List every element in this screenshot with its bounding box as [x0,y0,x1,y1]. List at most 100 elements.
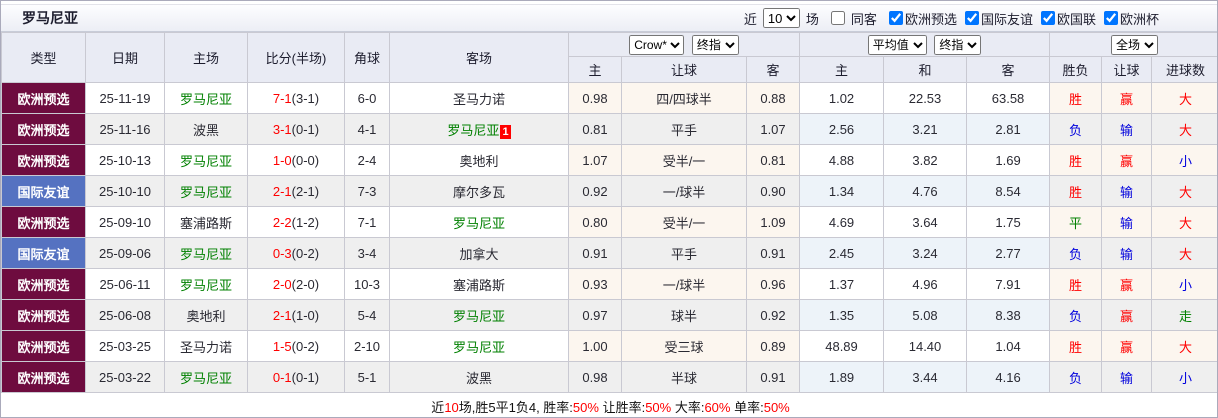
competition-checkbox-euro-cup[interactable] [1103,11,1118,25]
col-header-home: 主场 [164,32,248,83]
cell-score: 0-3(0-2) [247,237,345,269]
cell-avg-home: 1.37 [799,268,885,300]
competition-checkbox-euro-qualifier[interactable] [888,11,903,25]
cell-result: 负 [1049,113,1103,145]
halftime-score: (0-1) [291,121,320,137]
fulltime-score: 0-3 [272,245,292,261]
cell-result: 负 [1049,237,1103,269]
col-header-date: 日期 [85,32,165,83]
bookmaker-stage-select[interactable]: 终指 [691,34,739,55]
competition-checkbox-friendly[interactable] [964,11,979,25]
cell-date: 25-06-08 [85,299,165,331]
cell-odds-away: 1.09 [745,206,801,238]
footer-stat-segment: 50% [763,399,790,415]
competition-checkbox-nations-league[interactable] [1040,11,1055,25]
cell-date: 25-03-25 [85,330,165,362]
cell-odds-home: 1.07 [568,144,622,176]
title-bar: 罗马尼亚 近 10 场 同客 欧洲预选 国际友谊 欧国联 欧洲杯 [1,5,1217,32]
same-away-checkbox[interactable] [830,11,845,25]
cell-odds-away: 0.92 [745,299,801,331]
footer-stat-segment: 让胜率: [598,399,646,415]
average-stage-select[interactable]: 终指 [934,34,982,55]
recent-count-select[interactable]: 10 [762,8,800,28]
halftime-score: (2-0) [291,276,320,292]
cell-avg-draw: 3.24 [883,237,968,269]
competition-label-euro-cup: 欧洲杯 [1119,11,1159,27]
cell-avg-away: 7.91 [966,268,1051,300]
cell-home-team: 塞浦路斯 [164,206,248,238]
cell-goals-result: 大 [1151,237,1217,269]
cell-score: 7-1(3-1) [247,82,345,114]
bookmaker-select[interactable]: Crow* [629,34,685,55]
cell-league-type: 国际友谊 [1,237,86,269]
cell-result: 胜 [1049,268,1103,300]
cell-avg-draw: 5.08 [883,299,968,331]
cell-result: 胜 [1049,82,1103,114]
footer-stat-segment: 近 [431,399,445,415]
average-select[interactable]: 平均值 [867,34,927,55]
cell-away-team: 罗马尼亚 [389,206,569,238]
table-row: 欧洲预选 25-03-22 罗马尼亚 0-1(0-1) 5-1 波黑 0.98 … [1,361,1217,393]
cell-date: 25-09-06 [85,237,165,269]
cell-date: 25-09-10 [85,206,165,238]
cell-score: 0-1(0-1) [247,361,345,393]
cell-result: 平 [1049,206,1103,238]
fulltime-score: 1-0 [272,152,292,168]
cell-odds-handicap: 平手 [621,237,747,269]
cell-corner: 4-1 [344,113,390,145]
cell-avg-home: 1.34 [799,175,885,207]
fulltime-score: 2-1 [272,307,292,323]
cell-handicap-result: 输 [1101,113,1153,145]
cell-handicap-result: 赢 [1101,330,1153,362]
summary-footer: 近10场,胜5平1负4, 胜率:50% 让胜率:50% 大率:60% 单率:50… [1,392,1217,417]
halftime-score: (0-0) [291,152,320,168]
cell-goals-result: 大 [1151,206,1217,238]
cell-league-type: 欧洲预选 [1,144,86,176]
halftime-score: (3-1) [291,90,320,106]
average-selector-group: 平均值 终指 [799,32,1051,57]
cell-home-team: 罗马尼亚 [164,361,248,393]
cell-league-type: 国际友谊 [1,175,86,207]
cell-odds-home: 0.97 [568,299,622,331]
cell-corner: 6-0 [344,82,390,114]
cell-score: 2-0(2-0) [247,268,345,300]
period-select[interactable]: 全场 [1111,34,1159,55]
cell-odds-home: 0.98 [568,82,622,114]
col-header-avg-away: 客 [966,56,1051,83]
cell-result: 胜 [1049,175,1103,207]
table-row: 欧洲预选 25-06-08 奥地利 2-1(1-0) 5-4 罗马尼亚 0.97… [1,299,1217,331]
table-row: 欧洲预选 25-06-11 罗马尼亚 2-0(2-0) 10-3 塞浦路斯 0.… [1,268,1217,300]
fulltime-score: 3-1 [272,121,292,137]
cell-goals-result: 小 [1151,268,1217,300]
cell-away-team: 罗马尼亚 [389,330,569,362]
table-row: 国际友谊 25-09-06 罗马尼亚 0-3(0-2) 3-4 加拿大 0.91… [1,237,1217,269]
cell-home-team: 奥地利 [164,299,248,331]
cell-avg-home: 2.56 [799,113,885,145]
footer-stat-segment: 场,胜5平1负4, 胜率: [458,399,573,415]
cell-home-team: 罗马尼亚 [164,175,248,207]
cell-avg-draw: 3.21 [883,113,968,145]
rank-badge: 1 [500,124,511,139]
fulltime-score: 0-1 [272,369,292,385]
halftime-score: (1-0) [291,307,320,323]
cell-avg-away: 1.75 [966,206,1051,238]
cell-avg-home: 48.89 [799,330,885,362]
table-row: 欧洲预选 25-11-19 罗马尼亚 7-1(3-1) 6-0 圣马力诺 0.9… [1,82,1217,114]
cell-league-type: 欧洲预选 [1,206,86,238]
cell-corner: 2-4 [344,144,390,176]
cell-odds-handicap: 一/球半 [621,268,747,300]
cell-handicap-result: 输 [1101,175,1153,207]
cell-home-team: 罗马尼亚 [164,82,248,114]
cell-avg-home: 1.35 [799,299,885,331]
cell-avg-draw: 3.64 [883,206,968,238]
cell-away-team: 罗马尼亚 [389,299,569,331]
halftime-score: (0-1) [291,369,320,385]
cell-league-type: 欧洲预选 [1,330,86,362]
cell-odds-away: 0.89 [745,330,801,362]
cell-odds-handicap: 受半/一 [621,206,747,238]
footer-stat-segment: 60% [704,399,731,415]
table-row: 国际友谊 25-10-10 罗马尼亚 2-1(2-1) 7-3 摩尔多瓦 0.9… [1,175,1217,207]
footer-stat-segment: 大率: [671,399,705,415]
cell-score: 3-1(0-1) [247,113,345,145]
cell-odds-home: 0.92 [568,175,622,207]
